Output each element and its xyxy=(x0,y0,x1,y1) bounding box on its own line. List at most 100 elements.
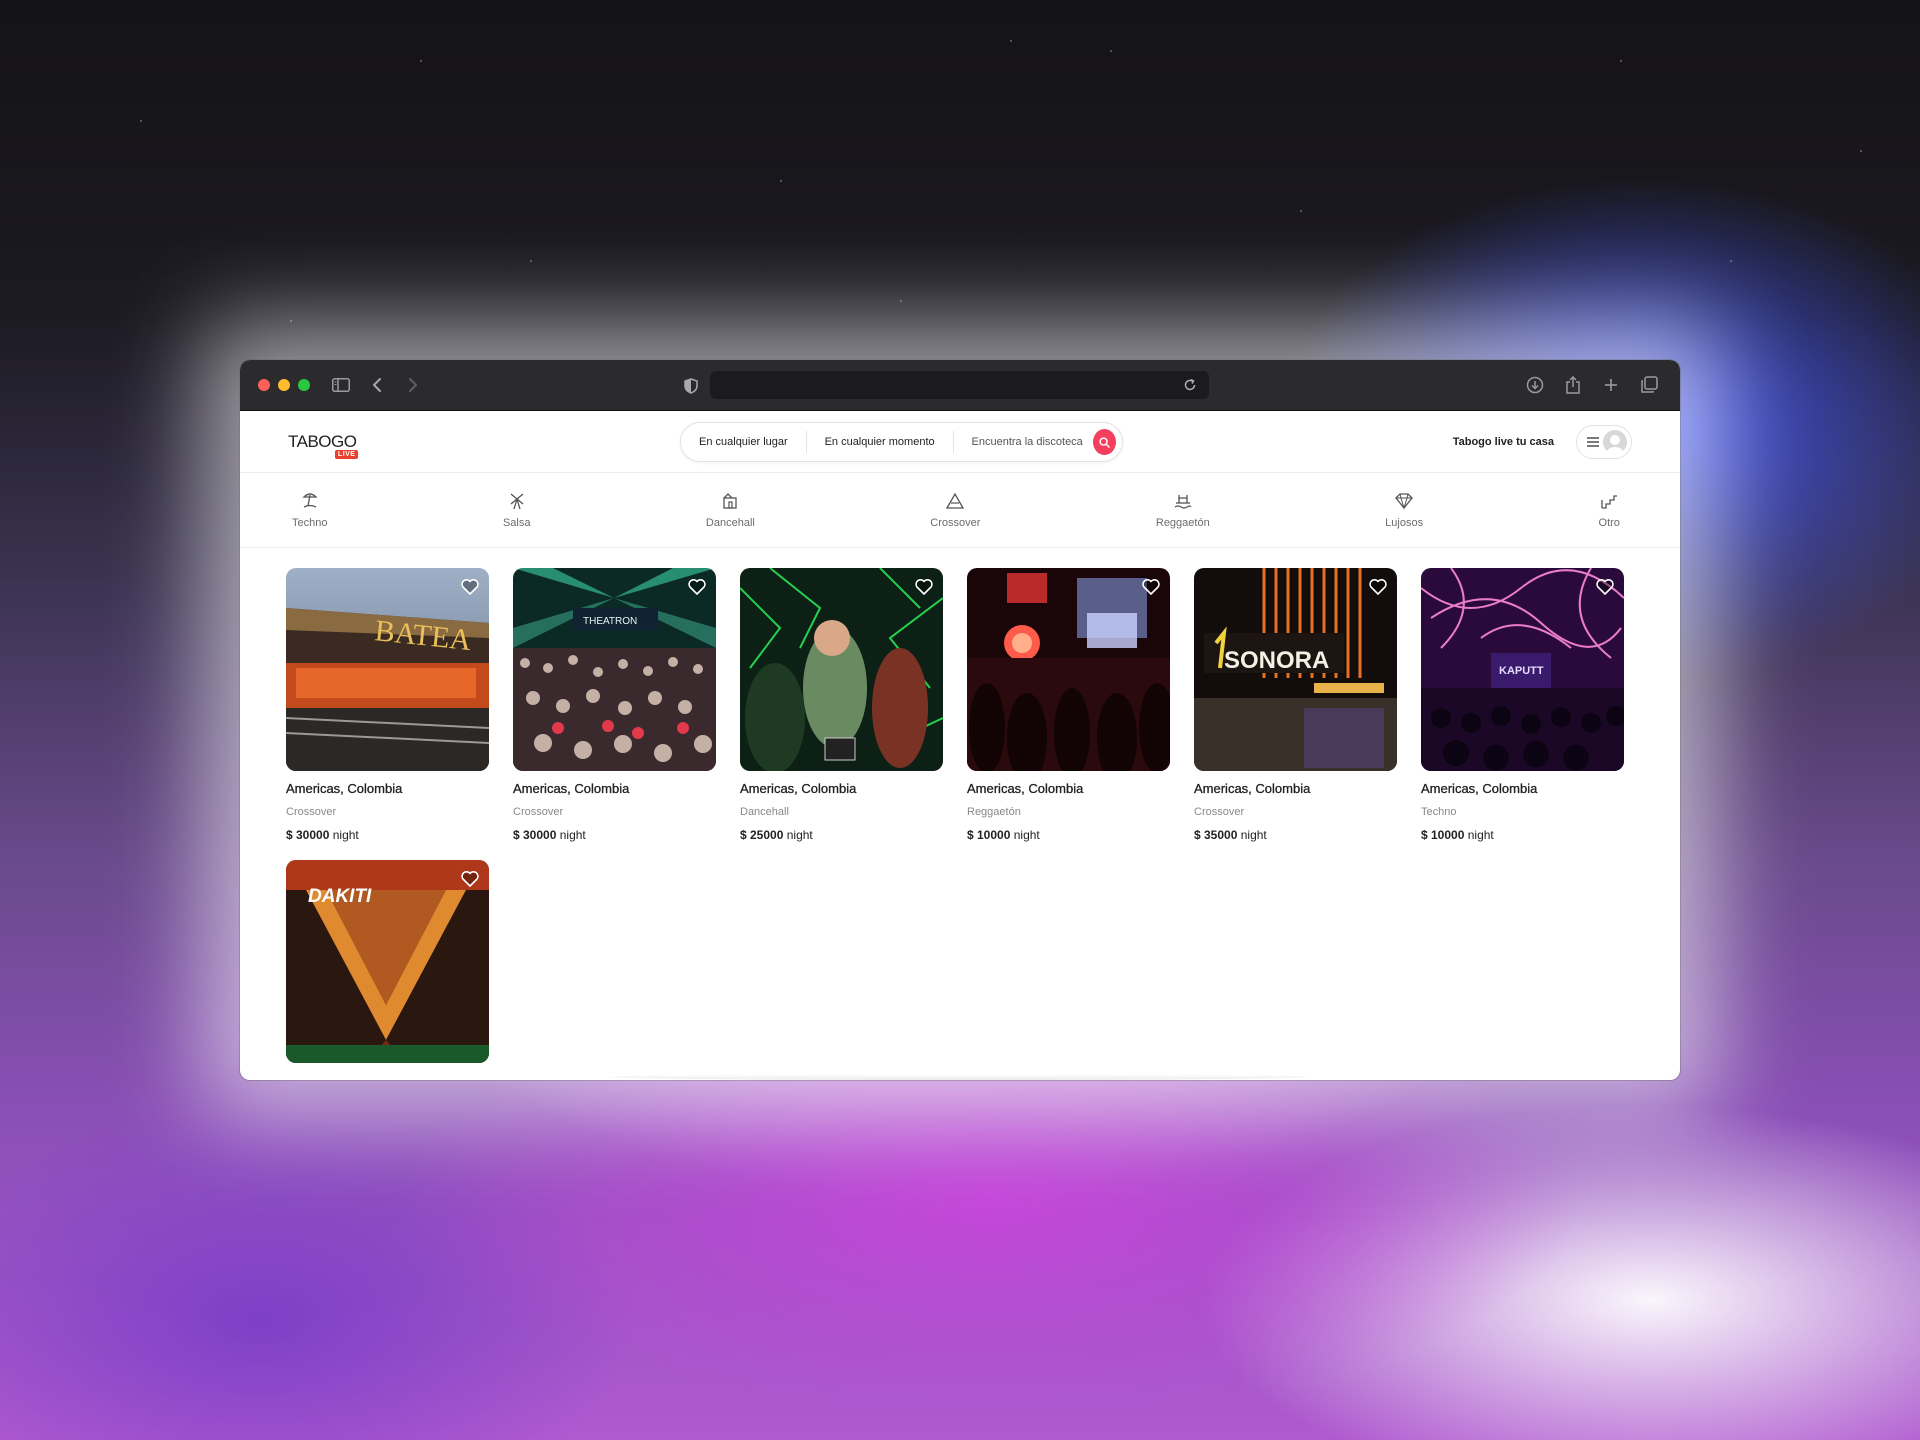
listing-photo[interactable]: SONORA xyxy=(1194,568,1397,771)
listing-genre: Crossover xyxy=(1194,806,1245,818)
minimize-window-button[interactable] xyxy=(278,379,290,391)
search-icon xyxy=(1099,436,1110,448)
download-icon[interactable] xyxy=(1522,372,1548,398)
zoom-window-button[interactable] xyxy=(298,379,310,391)
category-label: Salsa xyxy=(502,517,531,529)
shield-icon[interactable] xyxy=(678,373,704,399)
price-value: $ 30000 xyxy=(513,828,557,842)
avatar xyxy=(1603,429,1627,454)
heart-icon[interactable] xyxy=(460,577,480,597)
host-link[interactable]: Tabogo live tu casa xyxy=(1453,436,1554,448)
listing-card[interactable]: DAKITI xyxy=(286,860,489,1063)
listing-genre: Reggaetón xyxy=(967,806,1021,818)
forward-icon[interactable] xyxy=(400,372,426,398)
heart-icon[interactable] xyxy=(914,577,934,597)
price-unit: night xyxy=(332,828,359,842)
price-unit: night xyxy=(1013,828,1040,842)
listing-photo[interactable]: DAKITI xyxy=(286,860,489,1063)
club-photo xyxy=(967,568,1170,771)
sign-text: DAKITI xyxy=(308,886,372,907)
user-menu-button[interactable] xyxy=(1576,424,1632,459)
reload-icon[interactable] xyxy=(1177,372,1203,398)
listing-photo[interactable] xyxy=(740,568,943,771)
building-icon xyxy=(723,493,738,509)
sidebar-icon[interactable] xyxy=(328,372,354,398)
sign-text: SONORA xyxy=(1224,647,1329,674)
price-value: $ 10000 xyxy=(967,828,1011,842)
listing-genre: Techno xyxy=(1421,806,1457,818)
browser-window: TABOGO LIVE En cualquier lugar En cualqu… xyxy=(240,360,1680,1080)
category-dancehall[interactable]: Dancehall xyxy=(706,491,755,529)
listing-location: Americas, Colombia xyxy=(967,781,1084,796)
club-photo: BATEA xyxy=(286,568,489,771)
site-header: TABOGO LIVE En cualquier lugar En cualqu… xyxy=(240,411,1680,473)
listing-location: Americas, Colombia xyxy=(1194,781,1311,796)
price-value: $ 30000 xyxy=(286,828,330,842)
close-window-button[interactable] xyxy=(258,379,270,391)
category-reggaeton[interactable]: Reggaetón xyxy=(1156,491,1210,529)
beach-icon xyxy=(302,493,318,508)
price-unit: night xyxy=(786,828,813,842)
listings-grid: BATEA Americas, Colombia Crossover $ 300… xyxy=(240,548,1680,1063)
listing-card[interactable]: Americas, Colombia Reggaetón $ 10000 nig… xyxy=(967,568,1170,842)
category-bar: Techno Salsa Dancehall Crossover Reggaet… xyxy=(240,473,1680,548)
listing-card[interactable]: THEATRON Americas, Colombia Crossover $ … xyxy=(513,568,716,842)
listing-price: $ 30000 night xyxy=(286,828,489,842)
price-value: $ 25000 xyxy=(740,828,784,842)
windmill-icon xyxy=(510,493,524,510)
search-when[interactable]: En cualquier momento xyxy=(807,436,953,448)
listing-price: $ 35000 night xyxy=(1194,828,1397,842)
window-controls xyxy=(258,379,310,391)
listing-location: Americas, Colombia xyxy=(740,781,857,796)
new-tab-icon[interactable] xyxy=(1598,372,1624,398)
heart-icon[interactable] xyxy=(460,869,480,889)
heart-icon[interactable] xyxy=(1368,577,1388,597)
logo-badge: LIVE xyxy=(334,449,359,459)
search-bar[interactable]: En cualquier lugar En cualquier momento … xyxy=(680,422,1123,462)
listing-photo[interactable]: KAPUTT xyxy=(1421,568,1624,771)
listing-price: $ 30000 night xyxy=(513,828,716,842)
category-lujosos[interactable]: Lujosos xyxy=(1385,491,1423,529)
listing-card[interactable]: BATEA Americas, Colombia Crossover $ 300… xyxy=(286,568,489,842)
category-label: Dancehall xyxy=(705,517,755,529)
stairs-icon xyxy=(1601,495,1618,509)
price-unit: night xyxy=(559,828,586,842)
category-otro[interactable]: Otro xyxy=(1599,491,1620,529)
address-bar[interactable] xyxy=(710,371,1209,399)
share-icon[interactable] xyxy=(1560,372,1586,398)
search-what[interactable]: Encuentra la discoteca xyxy=(954,436,1093,448)
logo-text: TABOGO xyxy=(288,431,357,451)
listing-genre: Dancehall xyxy=(740,806,789,818)
listing-price: $ 25000 night xyxy=(740,828,943,842)
category-label: Otro xyxy=(1598,517,1620,529)
category-salsa[interactable]: Salsa xyxy=(502,491,531,529)
listing-photo[interactable] xyxy=(967,568,1170,771)
heart-icon[interactable] xyxy=(687,577,707,597)
club-photo: THEATRON xyxy=(513,568,716,771)
price-unit: night xyxy=(1240,828,1267,842)
listing-card[interactable]: SONORA Americas, Colombia Crossover $ 35… xyxy=(1194,568,1397,842)
category-label: Lujosos xyxy=(1385,517,1424,529)
browser-toolbar xyxy=(240,360,1680,411)
search-where[interactable]: En cualquier lugar xyxy=(681,436,806,448)
heart-icon[interactable] xyxy=(1141,577,1161,597)
category-crossover[interactable]: Crossover xyxy=(930,491,980,529)
listing-card[interactable]: KAPUTT Americas, Colombia Techno $ 10000… xyxy=(1421,568,1624,842)
heart-icon[interactable] xyxy=(1595,577,1615,597)
listing-price: $ 10000 night xyxy=(967,828,1170,842)
back-icon[interactable] xyxy=(364,372,390,398)
category-label: Techno xyxy=(292,517,328,529)
search-button[interactable] xyxy=(1092,429,1116,455)
category-techno[interactable]: Techno xyxy=(292,491,327,529)
diamond-icon xyxy=(1395,493,1413,510)
price-value: $ 35000 xyxy=(1194,828,1238,842)
category-label: Crossover xyxy=(930,517,981,529)
listing-location: Americas, Colombia xyxy=(513,781,630,796)
club-photo xyxy=(740,568,943,771)
site-logo[interactable]: TABOGO LIVE xyxy=(288,431,359,459)
listing-card[interactable]: Americas, Colombia Dancehall $ 25000 nig… xyxy=(740,568,943,842)
price-value: $ 10000 xyxy=(1421,828,1465,842)
tabs-overview-icon[interactable] xyxy=(1636,372,1662,398)
listing-photo[interactable]: THEATRON xyxy=(513,568,716,771)
listing-photo[interactable]: BATEA xyxy=(286,568,489,771)
